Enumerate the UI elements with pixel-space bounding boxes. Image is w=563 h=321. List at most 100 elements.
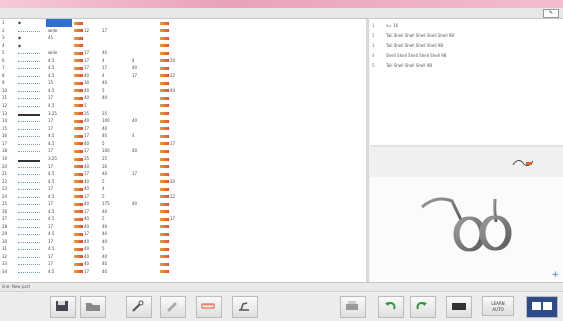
- title-bar: ✎: [0, 8, 563, 19]
- keyboard-icon: [452, 303, 466, 310]
- program-row[interactable]: 18 17 17 100 40: [0, 147, 222, 155]
- level-bar-icon: [160, 149, 169, 153]
- program-list-panel[interactable]: 1 ◆ 2 wide 12 17 3 ◆ 45 4 ◆ 5 wide 17 40 6 4.5 17 4 4 20 7 4.5…: [0, 19, 367, 282]
- program-row[interactable]: 17 4.5 40 5 17: [0, 140, 222, 148]
- cell-c2: 17: [72, 125, 100, 133]
- wave-small: [16, 208, 46, 216]
- program-row[interactable]: 5 wide 17 40: [0, 49, 222, 57]
- redo-button[interactable]: [410, 296, 436, 318]
- machine-button[interactable]: [340, 296, 366, 318]
- cell-c3: 17: [102, 65, 108, 71]
- program-row[interactable]: 20 17 40 30: [0, 163, 222, 171]
- cell-c5: 17: [158, 215, 188, 223]
- wave-small: [16, 238, 46, 246]
- cell-c3: 5: [102, 193, 105, 199]
- wave-small: [16, 132, 46, 140]
- cell-c1: 4.5: [48, 57, 55, 63]
- add-plus-icon[interactable]: +: [551, 270, 559, 280]
- cell-c6: [188, 155, 222, 163]
- line-number: 5: [372, 63, 375, 68]
- level-bar-icon: [160, 255, 169, 259]
- program-row[interactable]: 3 ◆ 45: [0, 34, 222, 42]
- cell-c2: [72, 19, 100, 27]
- cell-c2: 40: [72, 200, 100, 208]
- program-row[interactable]: 14 17 40 100 40: [0, 117, 222, 125]
- undo-button[interactable]: [378, 296, 404, 318]
- program-row[interactable]: 30 17 40 40: [0, 238, 222, 246]
- program-row[interactable]: 8 4.5 40 4 17 22: [0, 72, 222, 80]
- program-row[interactable]: 2 wide 12 17: [0, 27, 222, 35]
- robot-button[interactable]: [232, 296, 258, 318]
- program-scrollbar[interactable]: [366, 19, 369, 282]
- cell-c2: 17: [72, 64, 100, 72]
- cell-c5: [158, 34, 188, 42]
- cell-c2: 40: [72, 238, 100, 246]
- program-row[interactable]: 26 4.5 17 40: [0, 208, 222, 216]
- code-line[interactable]: 3 Tail Shell Shell Shell Shell 9B: [372, 41, 454, 51]
- keyboard-button[interactable]: [446, 296, 472, 318]
- program-row[interactable]: 7 4.5 17 17 40: [0, 64, 222, 72]
- program-row[interactable]: 22 4.5 40 5 20: [0, 178, 222, 186]
- line-text: Tail Shell Shell Shell 9B: [386, 63, 433, 68]
- cell-idx: 30: [2, 238, 8, 244]
- program-row[interactable]: 6 4.5 17 4 4 20: [0, 57, 222, 65]
- view-toggle-button[interactable]: [526, 296, 558, 318]
- program-row[interactable]: 11 17 40 40: [0, 94, 222, 102]
- program-row[interactable]: 16 4.5 17 40 4: [0, 132, 222, 140]
- cell-c3: 5: [102, 216, 105, 222]
- measure-button[interactable]: [196, 296, 222, 318]
- edit-button[interactable]: [160, 296, 186, 318]
- code-line[interactable]: 4 Shell Shell Shell Shell Shell 9B: [372, 51, 454, 61]
- program-row[interactable]: 9 15 30 40: [0, 79, 222, 87]
- cell-idx: 13: [2, 110, 8, 116]
- spring-preview[interactable]: +: [370, 177, 563, 282]
- program-row[interactable]: 23 17 40 4: [0, 185, 222, 193]
- program-row[interactable]: 25 17 40 175 40: [0, 200, 222, 208]
- tool-button[interactable]: [126, 296, 152, 318]
- program-row[interactable]: 15 17 17 40: [0, 125, 222, 133]
- code-view[interactable]: 1 x= 16 2 Tail Shell Shell Shell Shell Shel…: [370, 19, 563, 145]
- program-row[interactable]: 33 17 40 40: [0, 260, 222, 268]
- mini-graph-icon[interactable]: [512, 155, 534, 167]
- program-row[interactable]: 13 3.25 35 25: [0, 109, 222, 117]
- view-icon: [532, 302, 552, 310]
- cell-idx: 9: [2, 80, 5, 86]
- code-line[interactable]: 5 Tail Shell Shell Shell 9B: [372, 61, 454, 71]
- code-line[interactable]: 2 Tail Shell Shell Shell Shell Shell 9B: [372, 31, 454, 41]
- cell-c2: 40: [72, 140, 100, 148]
- cell-c2: 40: [72, 87, 100, 95]
- program-row[interactable]: 31 4.5 40 5: [0, 245, 222, 253]
- program-row[interactable]: 21 4.5 17 40 17: [0, 170, 222, 178]
- wave-small: [16, 140, 46, 148]
- cell-idx: 29: [2, 231, 8, 237]
- cell-c4: [130, 79, 158, 87]
- program-row[interactable]: 27 4.5 40 5 17: [0, 215, 222, 223]
- program-row[interactable]: 28 17 40 40: [0, 223, 222, 231]
- program-row[interactable]: 4 ◆: [0, 42, 222, 50]
- open-button[interactable]: [80, 296, 106, 318]
- cell-c4: [130, 42, 158, 50]
- wave-icon: [18, 179, 40, 183]
- wave-icon: [18, 186, 40, 191]
- cell-c1: 4.5: [48, 102, 55, 108]
- corner-edit-button[interactable]: ✎: [543, 9, 559, 18]
- program-row[interactable]: 1 ◆: [0, 19, 222, 27]
- program-row[interactable]: 32 17 40 40: [0, 253, 222, 261]
- cell-c3: 40: [102, 231, 108, 237]
- wave-small: [16, 147, 46, 155]
- level-bar-icon: [160, 225, 169, 229]
- program-row[interactable]: 34 4.5 17 40: [0, 268, 222, 276]
- program-row[interactable]: 12 4.5 5: [0, 102, 222, 110]
- cell-c4: [130, 185, 158, 193]
- tool-icon: ◆: [18, 35, 22, 41]
- save-button[interactable]: [50, 296, 76, 318]
- code-line[interactable]: 1 x= 16: [372, 21, 454, 31]
- cell-c1: 15: [48, 80, 54, 86]
- program-row[interactable]: 29 4.5 17 40: [0, 230, 222, 238]
- program-row[interactable]: 24 4.5 17 5 22: [0, 193, 222, 201]
- cell-c4: [130, 94, 158, 102]
- cell-c1: 4.5: [48, 216, 55, 222]
- program-row[interactable]: 10 4.5 40 5 40: [0, 87, 222, 95]
- learn-button[interactable]: LEARN AUTO: [482, 296, 514, 316]
- program-row[interactable]: 19 3.25 35 25: [0, 155, 222, 163]
